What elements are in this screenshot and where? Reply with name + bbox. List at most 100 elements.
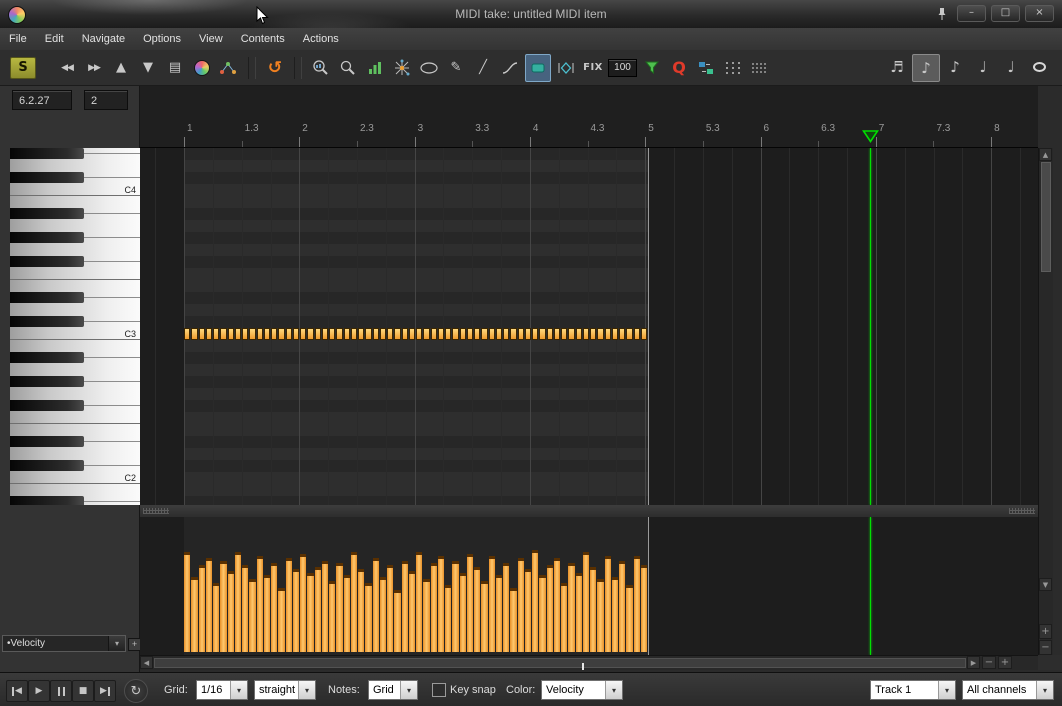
midi-note[interactable] <box>445 328 451 340</box>
velocity-bar[interactable] <box>220 561 226 652</box>
midi-note[interactable] <box>199 328 205 340</box>
velocity-bar[interactable] <box>184 552 190 652</box>
velocity-bar[interactable] <box>257 556 263 652</box>
midi-note[interactable] <box>191 328 197 340</box>
piano-key-gs2[interactable] <box>10 376 140 388</box>
velocity-bar[interactable] <box>496 575 502 652</box>
velocity-bar[interactable] <box>452 561 458 652</box>
velocity-lane[interactable] <box>140 517 1038 655</box>
velocity-bar[interactable] <box>228 571 234 652</box>
piano-key-c4[interactable]: C4 <box>10 184 140 196</box>
velocity-bar[interactable] <box>641 565 647 652</box>
piano-key-b2[interactable] <box>10 340 140 352</box>
piano-key-cs2[interactable] <box>10 460 140 472</box>
velocity-bar[interactable] <box>387 565 393 652</box>
maximize-button[interactable]: □ <box>991 5 1020 22</box>
key-snap-checkbox[interactable] <box>432 683 446 697</box>
midi-note[interactable] <box>576 328 582 340</box>
note-length-4-button[interactable]: ♩ <box>970 54 996 80</box>
midi-note[interactable] <box>351 328 357 340</box>
midi-note[interactable] <box>597 328 603 340</box>
velocity-bar[interactable] <box>583 552 589 652</box>
grid-size-select[interactable]: 1/16▾ <box>196 680 248 700</box>
midi-note[interactable] <box>510 328 516 340</box>
vzoom-out-button[interactable]: − <box>1039 640 1052 655</box>
midi-note[interactable] <box>460 328 466 340</box>
curve-tool-button[interactable] <box>498 55 522 81</box>
midi-note[interactable] <box>264 328 270 340</box>
transpose-down-button[interactable]: ▼ <box>136 55 160 81</box>
menu-item-edit[interactable]: Edit <box>36 28 73 50</box>
velocity-bar[interactable] <box>249 579 255 652</box>
piano-key-a3[interactable] <box>10 220 140 232</box>
close-button[interactable]: × <box>1025 5 1054 22</box>
piano-key-c3[interactable]: C3 <box>10 328 140 340</box>
velocity-bar[interactable] <box>460 573 466 652</box>
notes-size-select[interactable]: Grid▾ <box>368 680 418 700</box>
midi-note[interactable] <box>380 328 386 340</box>
piano-key-b1[interactable] <box>10 484 140 496</box>
event-list-view-button[interactable]: ▤ <box>163 55 187 81</box>
velocity-bar[interactable] <box>264 575 270 652</box>
nav-left-button[interactable]: ◀◀ <box>55 55 79 81</box>
splitter-grip-left[interactable] <box>143 508 169 514</box>
midi-note[interactable] <box>242 328 248 340</box>
midi-note[interactable] <box>344 328 350 340</box>
scroll-left-icon[interactable]: ◀ <box>140 656 153 669</box>
midi-note[interactable] <box>605 328 611 340</box>
piano-keyboard[interactable]: C4C3C2 <box>10 148 141 505</box>
midi-note[interactable] <box>416 328 422 340</box>
piano-key-as1[interactable] <box>10 496 140 505</box>
hzoom-out-button[interactable]: − <box>982 656 996 669</box>
velocity-bar[interactable] <box>380 577 386 652</box>
scroll-right-icon[interactable]: ▶ <box>967 656 980 669</box>
velocity-bar[interactable] <box>590 567 596 652</box>
velocity-bar[interactable] <box>344 575 350 652</box>
vertical-scrollbar[interactable]: ▲ ▼ + − <box>1038 148 1053 655</box>
midi-note[interactable] <box>293 328 299 340</box>
velocity-bar[interactable] <box>199 565 205 652</box>
velocity-bar[interactable] <box>619 561 625 652</box>
velocity-bar[interactable] <box>532 550 538 652</box>
piano-key-e2[interactable] <box>10 424 140 436</box>
velocity-bar[interactable] <box>365 583 371 652</box>
ellipse-button[interactable] <box>417 55 441 81</box>
midi-note[interactable] <box>489 328 495 340</box>
piano-key-cs4[interactable] <box>10 172 140 184</box>
velocity-bar[interactable] <box>373 558 379 652</box>
velocity-bar[interactable] <box>358 569 364 652</box>
velocity-bar[interactable] <box>300 554 306 652</box>
filter-button[interactable] <box>640 55 664 81</box>
velocity-bar[interactable] <box>293 569 299 652</box>
dense-grid-button[interactable] <box>748 55 772 81</box>
velocity-bars-button[interactable] <box>363 55 387 81</box>
velocity-bar[interactable] <box>191 577 197 652</box>
repeat-button[interactable]: ↻ <box>124 679 148 703</box>
splitter-grip-right[interactable] <box>1009 508 1035 514</box>
cc-lane-selector[interactable]: •Velocity ▾ <box>2 635 126 652</box>
midi-note[interactable] <box>423 328 429 340</box>
midi-note[interactable] <box>206 328 212 340</box>
midi-note[interactable] <box>503 328 509 340</box>
velocity-bar[interactable] <box>322 561 328 652</box>
midi-note[interactable] <box>590 328 596 340</box>
dotted-grid-button[interactable] <box>721 55 745 81</box>
midi-note[interactable] <box>365 328 371 340</box>
midi-note[interactable] <box>431 328 437 340</box>
velocity-bar[interactable] <box>402 561 408 652</box>
velocity-bar[interactable] <box>539 575 545 652</box>
line-tool-button[interactable]: ╱ <box>471 55 495 81</box>
velocity-bar[interactable] <box>518 558 524 652</box>
fix-button[interactable]: FIX <box>581 55 605 81</box>
midi-note[interactable] <box>286 328 292 340</box>
node-graph-button[interactable] <box>217 55 241 81</box>
nav-right-button[interactable]: ▶▶ <box>82 55 106 81</box>
lane-splitter[interactable] <box>140 505 1038 517</box>
midi-note[interactable] <box>373 328 379 340</box>
midi-note[interactable] <box>271 328 277 340</box>
piano-key-f2[interactable] <box>10 412 140 424</box>
midi-note[interactable] <box>619 328 625 340</box>
grid-swap-button[interactable] <box>694 55 718 81</box>
piano-key-d4[interactable] <box>10 160 140 172</box>
piano-key-gs3[interactable] <box>10 232 140 244</box>
